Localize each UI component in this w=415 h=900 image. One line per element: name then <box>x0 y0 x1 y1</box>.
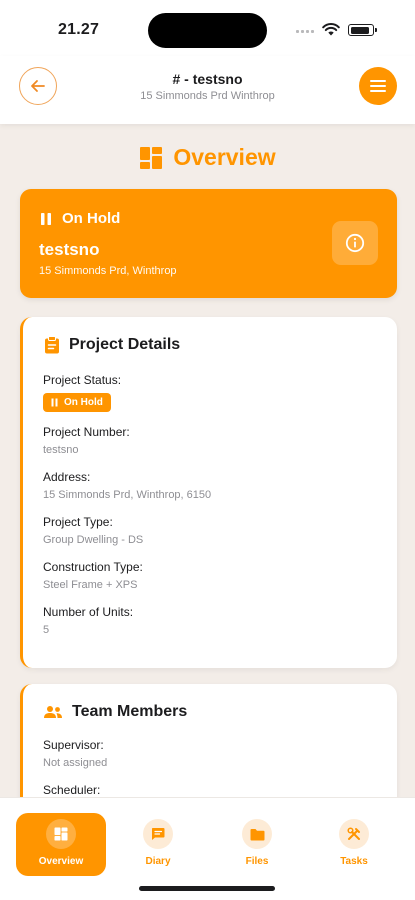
tab-files[interactable]: Files <box>212 813 302 876</box>
project-address: 15 Simmonds Prd, Winthrop <box>39 265 177 277</box>
field-label: Address: <box>43 470 91 484</box>
dashboard-icon <box>140 146 163 169</box>
chat-icon <box>143 819 173 849</box>
project-name: testsno <box>39 240 100 259</box>
tab-diary[interactable]: Diary <box>113 813 203 876</box>
field-value: 15 Simmonds Prd, Winthrop, 6150 <box>43 489 212 501</box>
pause-icon <box>41 212 51 225</box>
info-button[interactable] <box>332 221 378 265</box>
project-status-card: On Hold testsno 15 Simmonds Prd, Winthro… <box>20 189 397 298</box>
field-label: Number of Units: <box>43 605 134 619</box>
info-icon <box>345 233 365 253</box>
field-value: testsno <box>43 444 79 456</box>
field-value: 5 <box>43 624 50 636</box>
field-label: Project Status: <box>43 373 122 387</box>
status-badge: On Hold <box>43 393 111 412</box>
project-number-field: Project Number: testsno <box>43 425 130 456</box>
field-label: Supervisor: <box>43 738 104 752</box>
card-title: Project Details <box>69 336 181 353</box>
field-value: Not assigned <box>43 757 108 769</box>
field-label: Construction Type: <box>43 560 143 574</box>
field-value: Group Dwelling - DS <box>43 534 144 546</box>
construction-type-field: Construction Type: Steel Frame + XPS <box>43 560 143 591</box>
tab-label: Diary <box>145 856 171 867</box>
tab-overview[interactable]: Overview <box>16 813 106 876</box>
folder-icon <box>242 819 272 849</box>
clipboard-icon <box>45 336 59 354</box>
status-row: On Hold <box>40 210 120 227</box>
project-type-field: Project Type: Group Dwelling - DS <box>43 515 143 546</box>
dynamic-island <box>148 13 267 48</box>
team-members-card: Team Members Supervisor: Not assigned Sc… <box>20 684 397 814</box>
tab-label: Tasks <box>340 856 368 867</box>
header-title: # - testsno <box>172 71 243 87</box>
bottom-tab-bar: Overview Diary Files Tasks <box>0 797 415 900</box>
field-label: Scheduler: <box>43 783 101 797</box>
page-title: Overview <box>173 144 276 170</box>
scheduler-field: Scheduler: <box>43 783 100 797</box>
menu-button[interactable] <box>359 67 397 105</box>
field-value: Steel Frame + XPS <box>43 579 138 591</box>
project-status-field: Project Status: On Hold <box>43 373 121 412</box>
wifi-icon <box>322 23 340 36</box>
tab-label: Files <box>245 856 269 867</box>
status-time: 21.27 <box>58 21 100 38</box>
address-field: Address: 15 Simmonds Prd, Winthrop, 6150 <box>43 470 211 501</box>
card-header: Project Details <box>44 336 180 354</box>
status-badge-label: On Hold <box>64 397 103 408</box>
card-header: Team Members <box>43 703 187 721</box>
dashboard-icon <box>46 819 76 849</box>
tab-label: Overview <box>38 856 84 867</box>
tab-tasks[interactable]: Tasks <box>309 813 399 876</box>
pause-icon <box>51 398 58 407</box>
battery-icon <box>348 24 377 36</box>
tools-icon <box>339 819 369 849</box>
status-bar: 21.27 <box>0 0 415 56</box>
hamburger-icon <box>370 80 386 92</box>
card-title: Team Members <box>72 703 188 720</box>
home-indicator <box>139 886 275 891</box>
cellular-signal-icon <box>296 30 314 33</box>
project-details-card: Project Details Project Status: On Hold … <box>20 317 397 668</box>
page-heading: Overview <box>0 144 415 171</box>
number-of-units-field: Number of Units: 5 <box>43 605 133 636</box>
app-header: # - testsno 15 Simmonds Prd Winthrop <box>0 56 415 124</box>
supervisor-field: Supervisor: Not assigned <box>43 738 107 769</box>
field-label: Project Number: <box>43 425 130 439</box>
field-label: Project Type: <box>43 515 113 529</box>
header-subtitle: 15 Simmonds Prd Winthrop <box>140 90 275 102</box>
status-label: On Hold <box>62 210 121 227</box>
people-icon <box>44 706 62 718</box>
